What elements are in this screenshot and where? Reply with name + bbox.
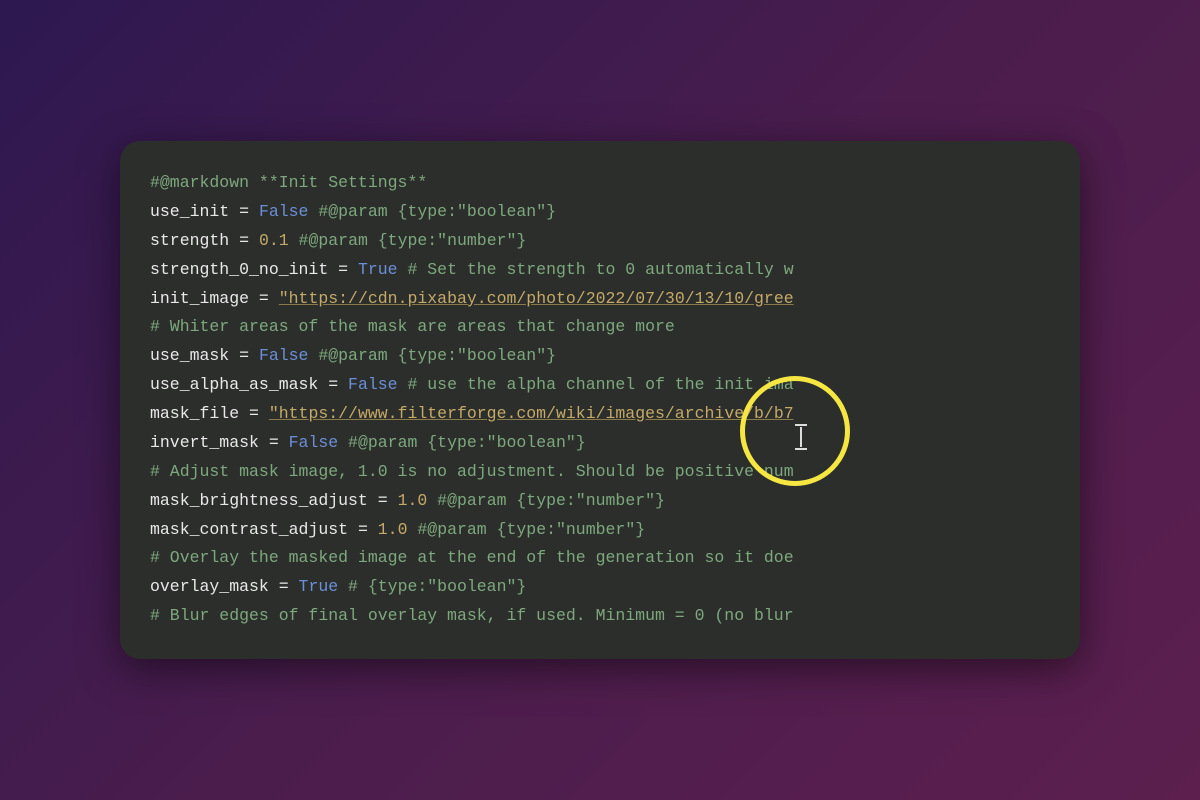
token-bool: True (299, 577, 339, 596)
token-op: = (368, 491, 398, 510)
token-var: overlay_mask (150, 577, 269, 596)
code-line-14[interactable]: overlay_mask = True # {type:"boolean"} (150, 573, 1050, 602)
token-param: #@param {type:"number"} (427, 491, 665, 510)
token-op: = (229, 231, 259, 250)
code-editor-window[interactable]: #@markdown **Init Settings** use_init = F… (120, 141, 1080, 659)
code-line-0[interactable]: #@markdown **Init Settings** (150, 169, 1050, 198)
token-op: = (269, 577, 299, 596)
code-line-12[interactable]: mask_contrast_adjust = 1.0 #@param {type… (150, 516, 1050, 545)
code-line-9[interactable]: invert_mask = False #@param {type:"boole… (150, 429, 1050, 458)
comment-text: # Blur edges of final overlay mask, if u… (150, 606, 794, 625)
comment-text: # Whiter areas of the mask are areas tha… (150, 317, 675, 336)
token-bool: True (358, 260, 398, 279)
token-str: "https://cdn.pixabay.com/photo/2022/07/3… (279, 289, 794, 308)
token-var: init_image (150, 289, 249, 308)
token-op: = (249, 289, 279, 308)
token-param: #@param {type:"number"} (289, 231, 527, 250)
token-comment: # use the alpha channel of the init ima (398, 375, 794, 394)
token-bool: False (259, 202, 309, 221)
code-line-8[interactable]: mask_file = "https://www.filterforge.com… (150, 400, 1050, 429)
token-var: use_alpha_as_mask (150, 375, 318, 394)
token-bool: False (259, 346, 309, 365)
code-line-15[interactable]: # Blur edges of final overlay mask, if u… (150, 602, 1050, 631)
token-op: = (239, 404, 269, 423)
token-num: 1.0 (378, 520, 408, 539)
token-op: = (229, 346, 259, 365)
token-var: mask_contrast_adjust (150, 520, 348, 539)
token-param: # {type:"boolean"} (338, 577, 526, 596)
code-line-2[interactable]: strength = 0.1 #@param {type:"number"} (150, 227, 1050, 256)
comment-text: #@markdown **Init Settings** (150, 173, 427, 192)
token-param: #@param {type:"number"} (407, 520, 645, 539)
code-line-13[interactable]: # Overlay the masked image at the end of… (150, 544, 1050, 573)
token-param: #@param {type:"boolean"} (308, 202, 556, 221)
code-content[interactable]: #@markdown **Init Settings** use_init = F… (150, 169, 1050, 631)
token-var: strength (150, 231, 229, 250)
token-param: #@param {type:"boolean"} (338, 433, 586, 452)
token-param: #@param {type:"boolean"} (308, 346, 556, 365)
comment-text: # Overlay the masked image at the end of… (150, 548, 794, 567)
token-bool: False (289, 433, 339, 452)
code-line-5[interactable]: # Whiter areas of the mask are areas tha… (150, 313, 1050, 342)
token-num: 0.1 (259, 231, 289, 250)
code-line-7[interactable]: use_alpha_as_mask = False # use the alph… (150, 371, 1050, 400)
token-op: = (229, 202, 259, 221)
code-line-4[interactable]: init_image = "https://cdn.pixabay.com/ph… (150, 285, 1050, 314)
token-comment: # Set the strength to 0 automatically w (398, 260, 794, 279)
token-var: mask_file (150, 404, 239, 423)
comment-text: # Adjust mask image, 1.0 is no adjustmen… (150, 462, 794, 481)
token-op: = (259, 433, 289, 452)
code-line-1[interactable]: use_init = False #@param {type:"boolean"… (150, 198, 1050, 227)
token-var: invert_mask (150, 433, 259, 452)
token-var: mask_brightness_adjust (150, 491, 368, 510)
token-var: strength_0_no_init (150, 260, 328, 279)
code-line-11[interactable]: mask_brightness_adjust = 1.0 #@param {ty… (150, 487, 1050, 516)
code-line-3[interactable]: strength_0_no_init = True # Set the stre… (150, 256, 1050, 285)
token-op: = (348, 520, 378, 539)
token-var: use_mask (150, 346, 229, 365)
token-op: = (318, 375, 348, 394)
token-bool: False (348, 375, 398, 394)
code-line-6[interactable]: use_mask = False #@param {type:"boolean"… (150, 342, 1050, 371)
token-str: "https://www.filterforge.com/wiki/images… (269, 404, 794, 423)
token-var: use_init (150, 202, 229, 221)
token-op: = (328, 260, 358, 279)
token-num: 1.0 (398, 491, 428, 510)
code-line-10[interactable]: # Adjust mask image, 1.0 is no adjustmen… (150, 458, 1050, 487)
